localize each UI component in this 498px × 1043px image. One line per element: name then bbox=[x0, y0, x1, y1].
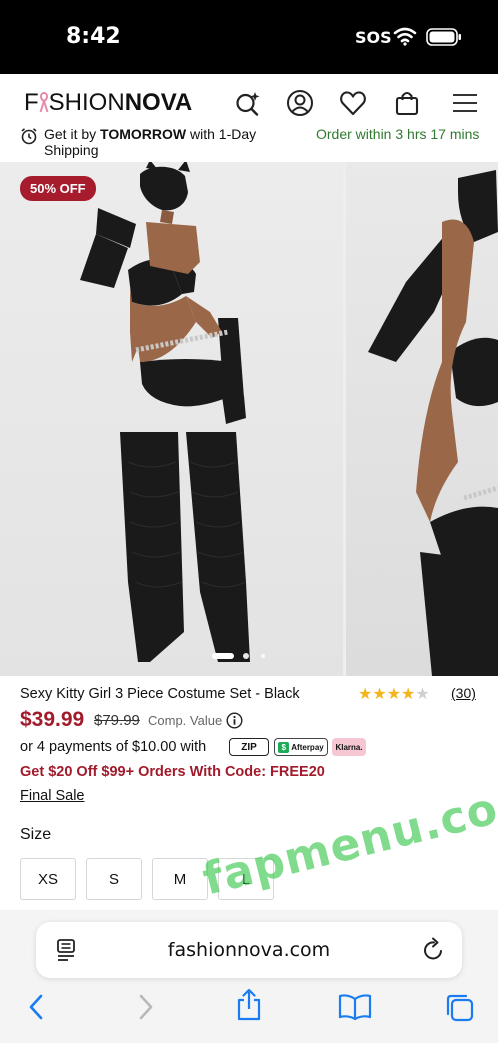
reload-icon[interactable] bbox=[422, 937, 446, 968]
installments-text: or 4 payments of $10.00 with bbox=[20, 739, 207, 755]
info-icon[interactable] bbox=[226, 712, 243, 734]
forward-icon[interactable] bbox=[134, 992, 156, 1027]
size-option-s[interactable]: S bbox=[86, 858, 142, 900]
star-empty-icon: ★ bbox=[415, 686, 430, 703]
wifi-icon bbox=[393, 26, 417, 51]
afterpay-label: Afterpay bbox=[291, 742, 324, 752]
ribbon-icon bbox=[39, 89, 49, 116]
shipping-highlight: TOMORROW bbox=[100, 126, 187, 142]
shipping-banner: Get it by TOMORROW with 1-Day Shipping O… bbox=[0, 124, 498, 162]
shipping-message: Get it by TOMORROW with 1-Day Shipping bbox=[44, 126, 284, 158]
address-bar[interactable]: fashionnova.com bbox=[36, 922, 462, 978]
site-header: F SHIONNOVA bbox=[0, 74, 498, 130]
review-count-link[interactable]: (30) bbox=[451, 685, 476, 701]
watermark-text: fapmenu.com bbox=[198, 771, 498, 906]
discount-badge: 50% OFF bbox=[20, 176, 96, 201]
afterpay-pay-option[interactable]: $ Afterpay bbox=[274, 738, 328, 756]
share-icon[interactable] bbox=[234, 988, 264, 1027]
klarna-pay-option[interactable]: Klarna. bbox=[332, 738, 366, 756]
battery-icon bbox=[426, 28, 462, 51]
star-icon: ★ bbox=[386, 686, 402, 703]
product-image-gallery[interactable]: 50% OFF bbox=[0, 162, 498, 676]
account-icon[interactable] bbox=[285, 88, 315, 118]
afterpay-icon: $ bbox=[278, 741, 290, 753]
alarm-clock-icon bbox=[20, 127, 38, 150]
shipping-prefix: Get it by bbox=[44, 126, 101, 142]
back-icon[interactable] bbox=[26, 992, 48, 1027]
url-text: fashionnova.com bbox=[167, 939, 331, 961]
star-icon: ★ bbox=[401, 686, 416, 703]
original-price: $79.99 bbox=[94, 712, 140, 729]
comp-value-label: Comp. Value bbox=[148, 713, 223, 728]
promo-code-message: Get $20 Off $99+ Orders With Code: FREE2… bbox=[20, 764, 325, 780]
star-rating[interactable]: ★★★★★ bbox=[358, 684, 430, 704]
logo-mid: SHION bbox=[48, 89, 125, 116]
final-sale-link[interactable]: Final Sale bbox=[20, 788, 84, 804]
product-title: Sexy Kitty Girl 3 Piece Costume Set - Bl… bbox=[20, 686, 300, 702]
menu-icon[interactable] bbox=[450, 88, 480, 118]
tabs-icon[interactable] bbox=[444, 992, 476, 1029]
size-option-xs[interactable]: XS bbox=[20, 858, 76, 900]
bag-icon[interactable] bbox=[392, 88, 422, 118]
klarna-label: Klarna. bbox=[335, 742, 363, 752]
logo-end: NOVA bbox=[124, 89, 193, 116]
heart-icon[interactable] bbox=[338, 88, 368, 118]
status-sos: SOS bbox=[355, 28, 392, 47]
gallery-pagination[interactable] bbox=[212, 648, 272, 666]
sale-price: $39.99 bbox=[20, 708, 85, 731]
search-sparkle-icon[interactable] bbox=[233, 88, 263, 118]
order-countdown: Order within 3 hrs 17 mins bbox=[316, 126, 480, 142]
browser-chrome: fashionnova.com bbox=[0, 910, 498, 1043]
star-icon: ★ bbox=[372, 686, 387, 703]
status-time: 8:42 bbox=[66, 24, 121, 49]
status-bar: 8:42 SOS bbox=[0, 0, 498, 74]
star-icon: ★ bbox=[358, 686, 373, 703]
product-image-main[interactable] bbox=[0, 162, 343, 676]
zip-pay-option[interactable]: zip bbox=[229, 738, 269, 756]
bookmarks-icon[interactable] bbox=[338, 992, 372, 1027]
logo-letter: F bbox=[24, 89, 39, 116]
fashion-nova-logo[interactable]: F SHIONNOVA bbox=[24, 90, 192, 116]
product-image-secondary[interactable] bbox=[346, 162, 498, 676]
size-section-label: Size bbox=[20, 826, 52, 843]
zip-label: zip bbox=[241, 741, 257, 753]
